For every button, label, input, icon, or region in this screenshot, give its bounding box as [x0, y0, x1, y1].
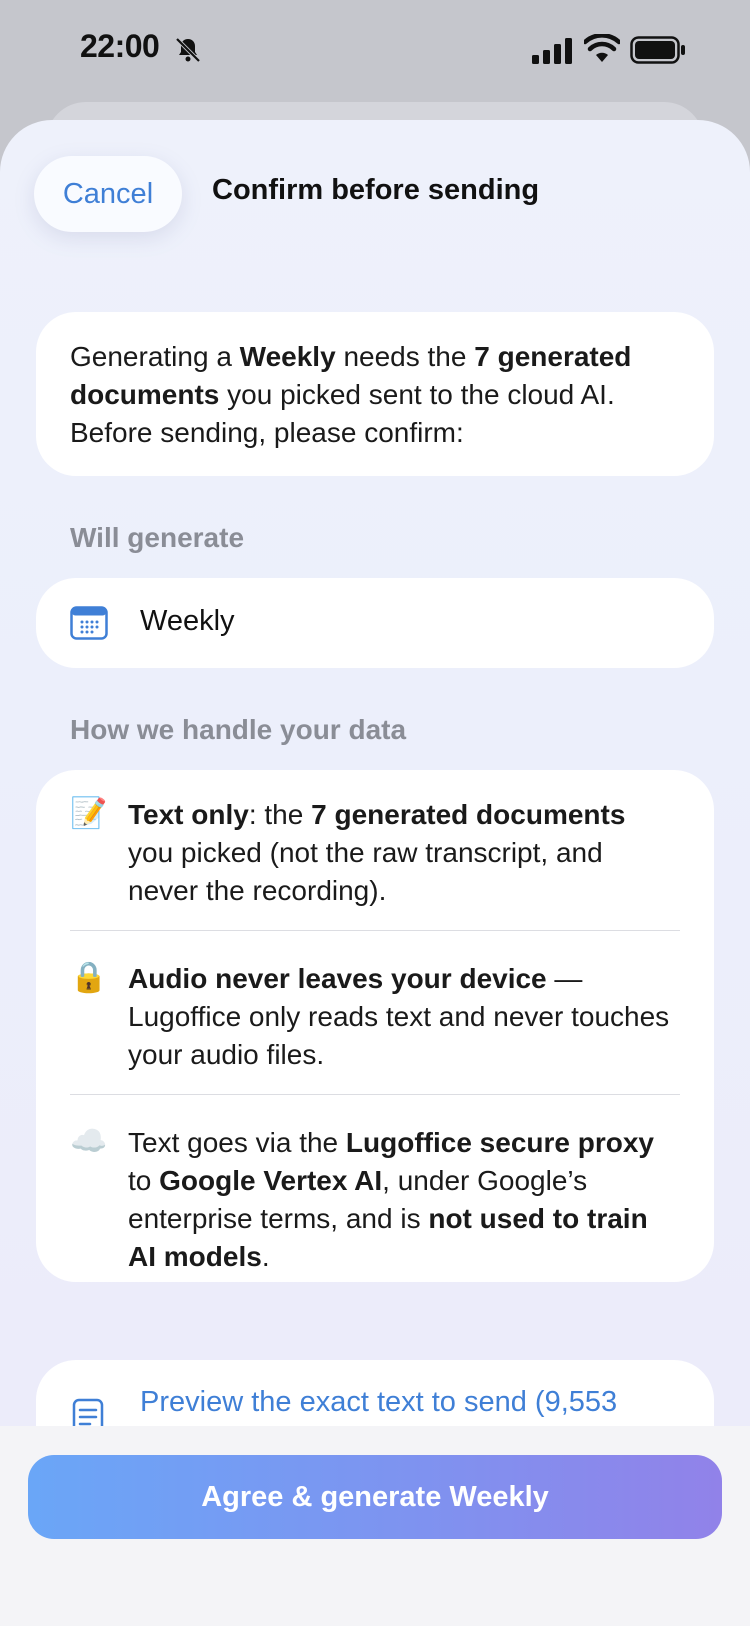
calendar-icon	[70, 606, 108, 640]
cancel-button[interactable]: Cancel	[34, 156, 182, 232]
sheet-title: Confirm before sending	[212, 174, 540, 206]
data-row-text: Audio never leaves your device — Lugoffi…	[128, 963, 670, 1070]
confirm-sheet: Cancel Confirm before sending Generating…	[0, 120, 750, 1626]
will-generate-label: Will generate	[70, 522, 245, 553]
battery-icon	[630, 36, 685, 64]
intro-text: needs the	[335, 341, 475, 372]
preview-link-label[interactable]: Preview the exact text to send (9,553	[140, 1386, 617, 1419]
intro-text: Generating a	[70, 341, 240, 372]
memo-icon: 📝	[70, 797, 108, 830]
intro-bold-report: Weekly	[239, 341, 336, 372]
cloud-icon: ☁️	[70, 1125, 108, 1158]
status-bar: 22:00	[0, 0, 750, 100]
will-generate-item: Weekly	[140, 605, 235, 637]
data-handling-card: 📝 Text only: the 7 generated documents y…	[36, 770, 714, 1282]
data-handling-label: How we handle your data	[70, 714, 407, 745]
divider	[70, 930, 680, 931]
will-generate-card: Weekly	[36, 578, 714, 668]
bell-muted-icon	[175, 37, 201, 63]
data-row-text: Text only: the 7 generated documents you…	[128, 799, 626, 906]
lock-icon: 🔒	[70, 961, 108, 994]
intro-card: Generating a Weekly needs the 7 generate…	[36, 312, 714, 476]
cellular-signal-icon	[532, 38, 572, 64]
agree-generate-button[interactable]: Agree & generate Weekly	[28, 1455, 722, 1539]
divider	[70, 1094, 680, 1095]
status-time: 22:00	[80, 28, 160, 64]
wifi-icon	[584, 34, 620, 62]
data-row-text: Text goes via the Lugoffice secure proxy…	[128, 1127, 654, 1272]
